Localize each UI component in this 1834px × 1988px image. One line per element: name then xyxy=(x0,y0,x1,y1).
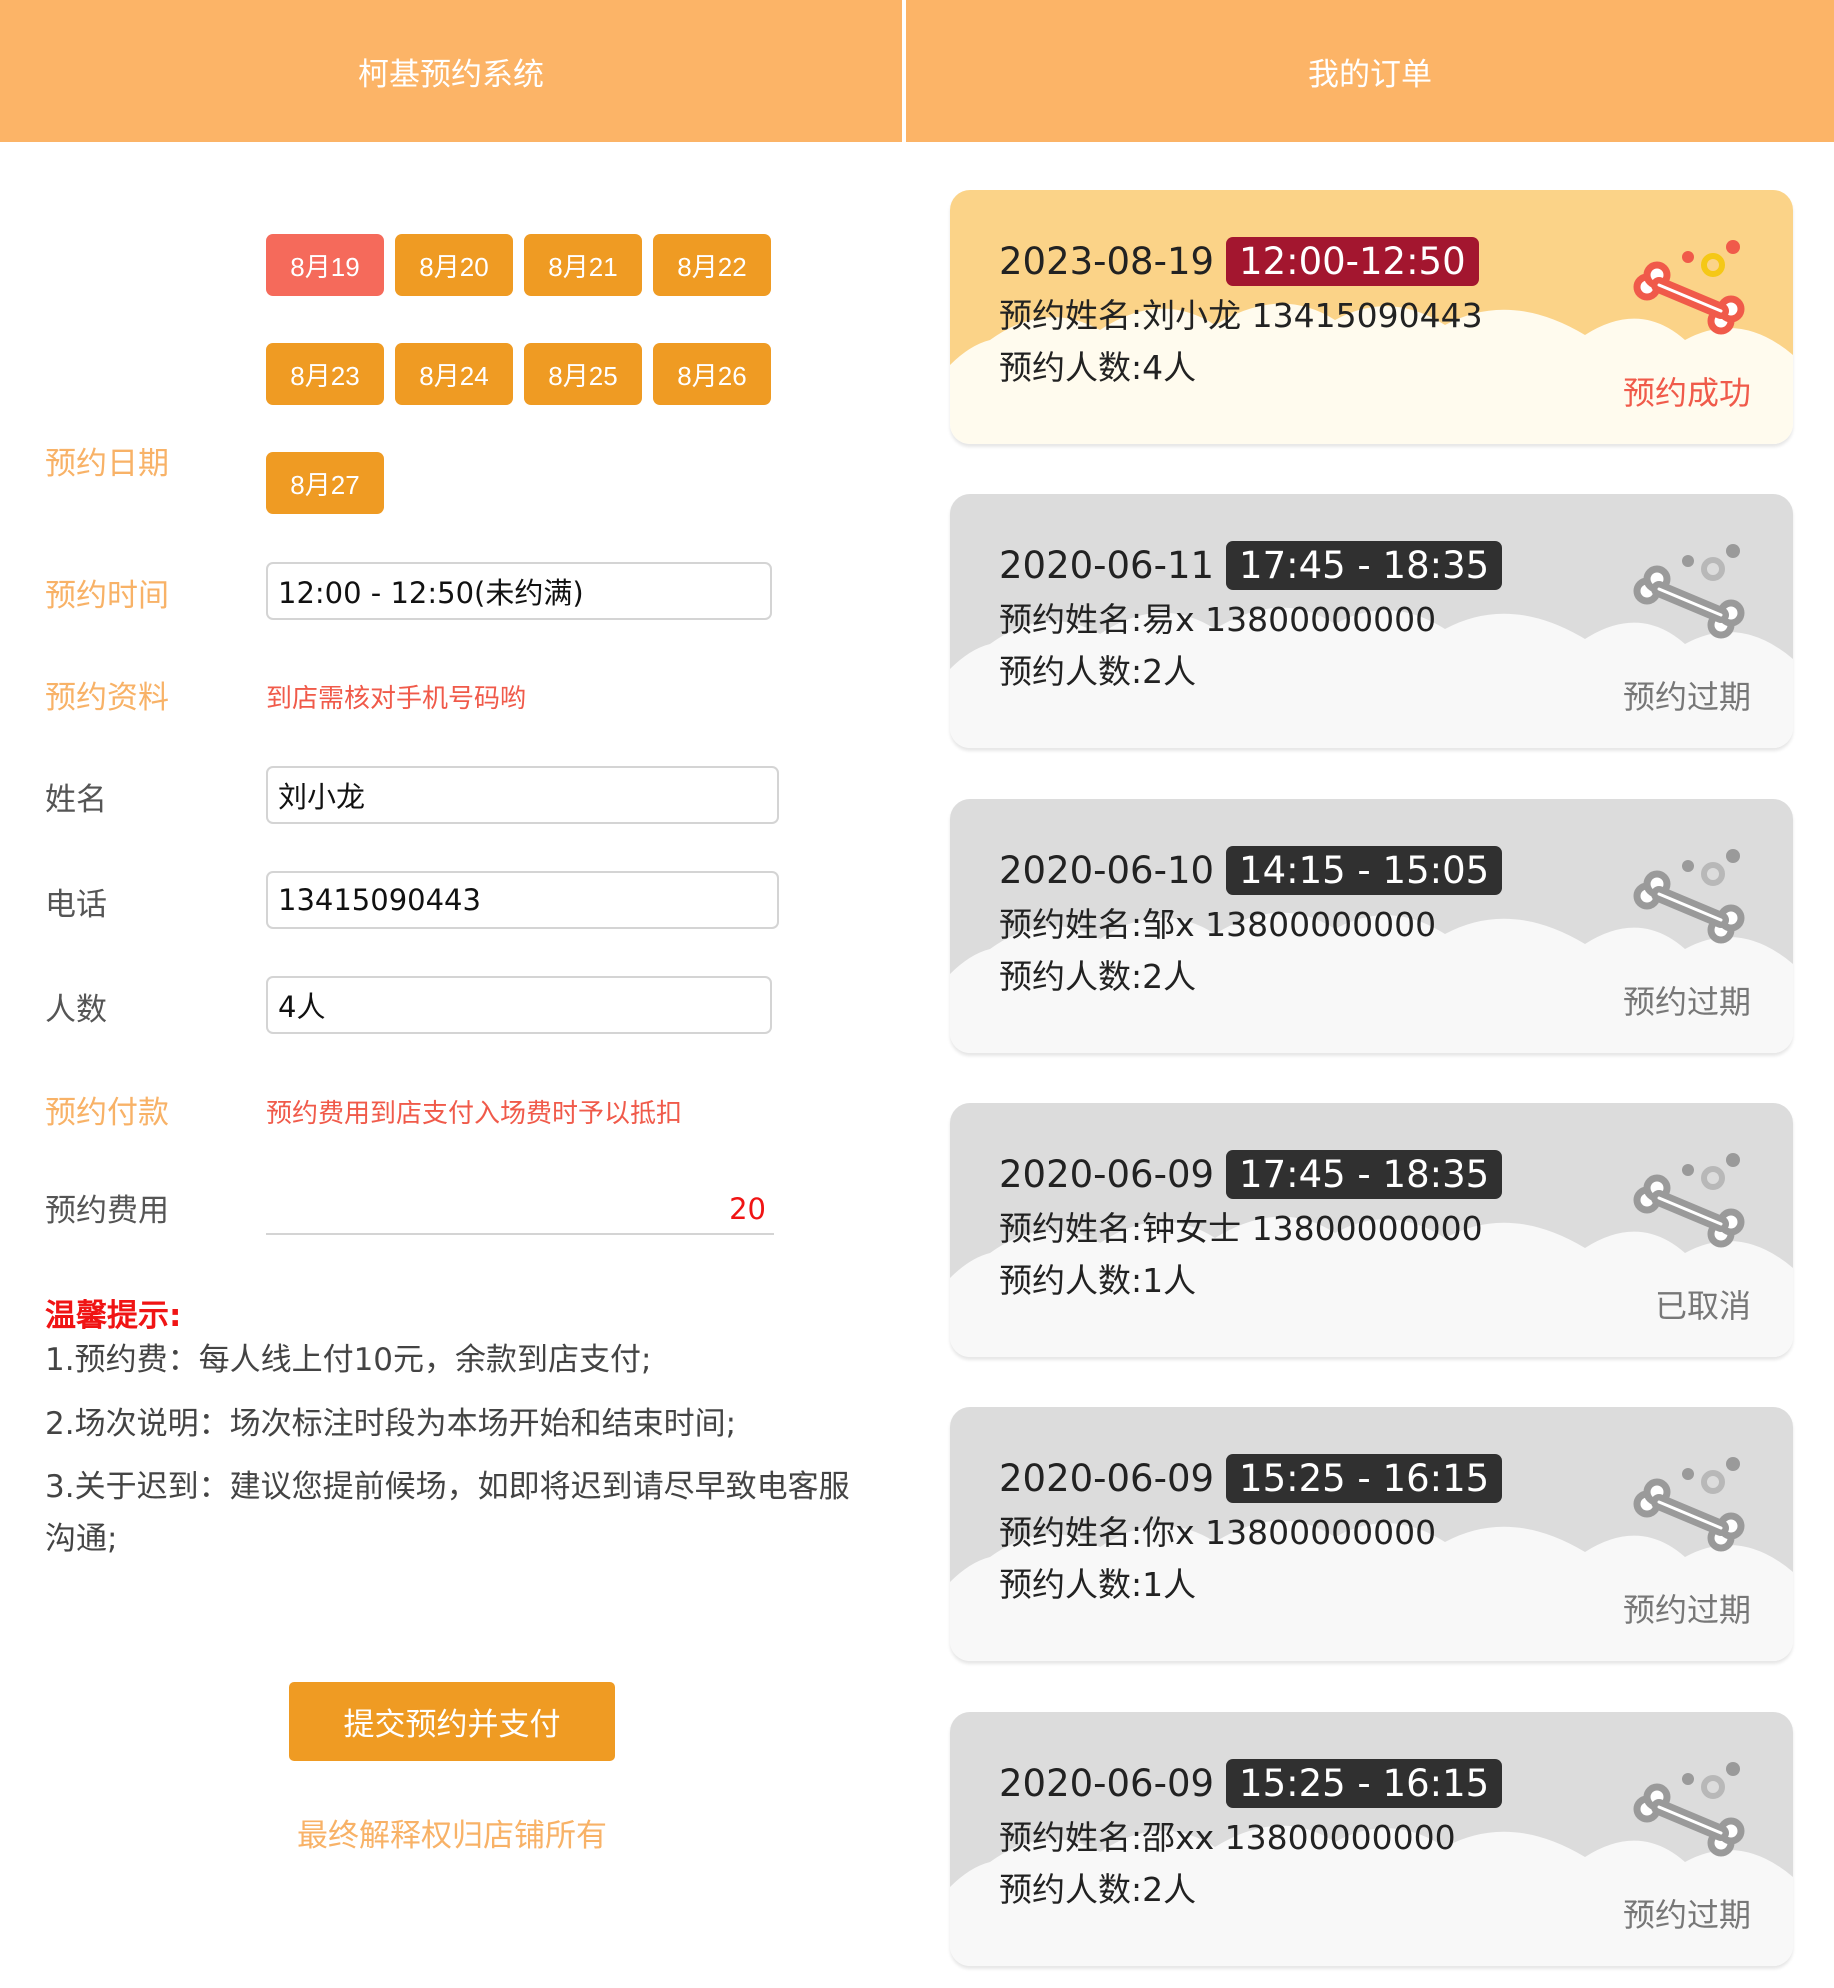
order-people: 预约人数:2人 xyxy=(999,652,1197,691)
order-info: 2020-06-09 15:25 - 16:15 预约姓名:邵xx 138000… xyxy=(999,1758,1503,1914)
payment-label: 预约付款 xyxy=(45,1095,169,1131)
tips-title: 温馨提示: xyxy=(45,1298,182,1334)
order-people: 预约人数:2人 xyxy=(999,957,1197,996)
tip-item: 3.关于迟到：建议您提前候场，如即将迟到请尽早致电客服沟通; xyxy=(45,1469,850,1557)
booking-screen: 柯基预约系统 8月19 8月20 8月21 8月22 8月23 8月24 8月2… xyxy=(0,0,902,1988)
dog-bone-icon xyxy=(1633,1153,1745,1248)
order-info: 2020-06-09 17:45 - 18:35 预约姓名:钟女士 138000… xyxy=(999,1149,1503,1305)
payment-note: 预约费用到店支付入场费时予以抵扣 xyxy=(266,1099,683,1129)
order-people: 预约人数:1人 xyxy=(999,1565,1197,1604)
footer-note: 最终解释权归店铺所有 xyxy=(297,1818,607,1854)
order-name-phone: 预约姓名:你x 13800000000 xyxy=(999,1513,1437,1552)
tip-item: 1.预约费：每人线上付10元，余款到店支付; xyxy=(45,1342,652,1378)
order-name-phone: 预约姓名:刘小龙 13415090443 xyxy=(999,296,1483,335)
order-card[interactable]: 2020-06-09 17:45 - 18:35 预约姓名:钟女士 138000… xyxy=(950,1103,1793,1357)
booking-title: 柯基预约系统 xyxy=(358,56,544,93)
order-date: 2020-06-10 xyxy=(999,848,1215,892)
order-name-phone: 预约姓名:易x 13800000000 xyxy=(999,600,1437,639)
order-info: 2023-08-19 12:00-12:50 预约姓名:刘小龙 13415090… xyxy=(999,236,1483,392)
order-date: 2023-08-19 xyxy=(999,239,1215,283)
order-card[interactable]: 2020-06-11 17:45 - 18:35 预约姓名:易x 1380000… xyxy=(950,494,1793,748)
phone-label: 电话 xyxy=(45,887,107,923)
date-label: 预约日期 xyxy=(45,446,169,482)
fee-field: 20 xyxy=(266,1192,774,1235)
order-time-badge: 14:15 - 15:05 xyxy=(1226,845,1503,895)
info-note: 到店需核对手机号码哟 xyxy=(266,684,527,714)
dog-bone-icon xyxy=(1633,544,1745,639)
order-card[interactable]: 2023-08-19 12:00-12:50 预约姓名:刘小龙 13415090… xyxy=(950,190,1793,444)
booking-header: 柯基预约系统 xyxy=(0,0,902,142)
fee-label: 预约费用 xyxy=(45,1193,169,1229)
date-button[interactable]: 8月27 xyxy=(266,452,384,514)
order-name-phone: 预约姓名:邵xx 13800000000 xyxy=(999,1818,1456,1857)
order-time-badge: 15:25 - 16:15 xyxy=(1226,1758,1503,1808)
name-label: 姓名 xyxy=(45,782,107,818)
phone-input[interactable]: 13415090443 xyxy=(266,871,779,929)
orders-screen: 我的订单 2023-08-19 12:00-12:50 预约姓名:刘小龙 134… xyxy=(906,0,1834,1988)
order-card[interactable]: 2020-06-10 14:15 - 15:05 预约姓名:邹x 1380000… xyxy=(950,799,1793,1053)
people-label: 人数 xyxy=(45,992,107,1028)
order-time-badge: 15:25 - 16:15 xyxy=(1226,1453,1503,1503)
order-people: 预约人数:4人 xyxy=(999,348,1197,387)
order-people: 预约人数:2人 xyxy=(999,1870,1197,1909)
order-status: 预约过期 xyxy=(1622,678,1751,716)
order-date: 2020-06-09 xyxy=(999,1456,1215,1500)
order-name-phone: 预约姓名:钟女士 13800000000 xyxy=(999,1209,1483,1248)
order-people: 预约人数:1人 xyxy=(999,1261,1197,1300)
dog-bone-icon xyxy=(1633,849,1745,944)
date-button[interactable]: 8月20 xyxy=(395,234,513,296)
order-name-phone: 预约姓名:邹x 13800000000 xyxy=(999,905,1437,944)
tip-item: 2.场次说明：场次标注时段为本场开始和结束时间; xyxy=(45,1406,737,1442)
order-status: 预约过期 xyxy=(1622,983,1751,1021)
date-button[interactable]: 8月22 xyxy=(653,234,771,296)
orders-title: 我的订单 xyxy=(1308,56,1432,93)
order-date: 2020-06-09 xyxy=(999,1761,1215,1805)
order-card[interactable]: 2020-06-09 15:25 - 16:15 预约姓名:你x 1380000… xyxy=(950,1407,1793,1661)
date-button[interactable]: 8月25 xyxy=(524,343,642,405)
order-time-badge: 17:45 - 18:35 xyxy=(1226,1149,1503,1199)
date-button[interactable]: 8月21 xyxy=(524,234,642,296)
dog-bone-icon xyxy=(1633,240,1745,335)
name-input[interactable]: 刘小龙 xyxy=(266,766,779,824)
people-select[interactable]: 4人 xyxy=(266,976,772,1034)
dog-bone-icon xyxy=(1633,1457,1745,1552)
order-status: 预约成功 xyxy=(1622,374,1751,412)
submit-pay-button[interactable]: 提交预约并支付 xyxy=(289,1682,615,1761)
dog-bone-icon xyxy=(1633,1762,1745,1857)
order-status: 预约过期 xyxy=(1622,1896,1751,1934)
order-card[interactable]: 2020-06-09 15:25 - 16:15 预约姓名:邵xx 138000… xyxy=(950,1712,1793,1966)
order-info: 2020-06-09 15:25 - 16:15 预约姓名:你x 1380000… xyxy=(999,1453,1503,1609)
time-select[interactable]: 12:00 - 12:50(未约满) xyxy=(266,562,772,620)
order-status: 预约过期 xyxy=(1622,1591,1751,1629)
order-info: 2020-06-11 17:45 - 18:35 预约姓名:易x 1380000… xyxy=(999,540,1503,696)
order-date: 2020-06-11 xyxy=(999,543,1215,587)
order-status: 已取消 xyxy=(1654,1287,1751,1325)
date-button[interactable]: 8月24 xyxy=(395,343,513,405)
date-button[interactable]: 8月26 xyxy=(653,343,771,405)
date-button[interactable]: 8月19 xyxy=(266,234,384,296)
order-time-badge: 17:45 - 18:35 xyxy=(1226,540,1503,590)
fee-value: 20 xyxy=(729,1192,766,1226)
order-date: 2020-06-09 xyxy=(999,1152,1215,1196)
order-info: 2020-06-10 14:15 - 15:05 预约姓名:邹x 1380000… xyxy=(999,845,1503,1001)
time-label: 预约时间 xyxy=(45,578,169,614)
info-label: 预约资料 xyxy=(45,680,169,716)
date-button[interactable]: 8月23 xyxy=(266,343,384,405)
orders-header: 我的订单 xyxy=(906,0,1834,142)
order-time-badge: 12:00-12:50 xyxy=(1226,236,1479,286)
